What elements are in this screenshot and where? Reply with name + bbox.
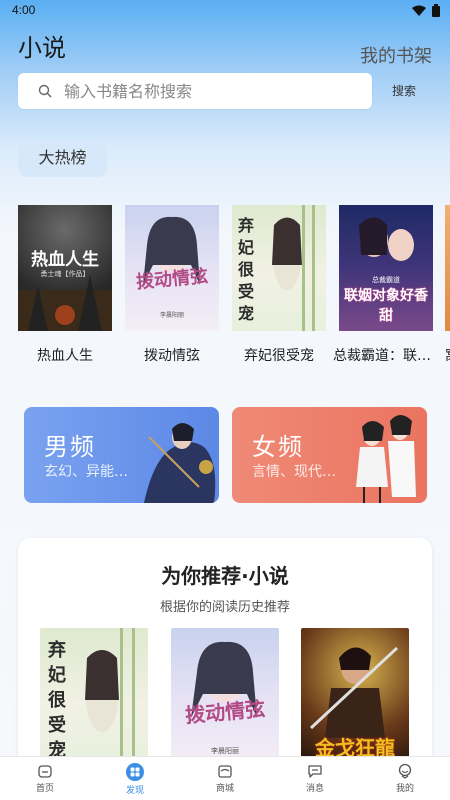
male-channel-card[interactable]: 男频 玄幻、异能…	[24, 407, 219, 503]
book-cover	[445, 205, 450, 331]
nav-label: 首页	[35, 784, 54, 794]
my-bookshelf-link[interactable]: 我的书架	[360, 42, 432, 68]
book-cover: 弃妃很受宠	[232, 205, 326, 331]
recommend-book-cover[interactable]: 弃妃很受宠	[40, 628, 148, 768]
cover-title-text: 热血人生	[31, 250, 99, 270]
hot-book-card[interactable]: 弃妃很受宠 弃妃很受宠	[232, 205, 326, 364]
hot-book-card[interactable]: 热血人生 勇士魂【作品】 热血人生	[18, 205, 112, 364]
nav-label: 商城	[215, 784, 234, 794]
book-title: 窝	[445, 345, 450, 365]
hot-book-card[interactable]: 窝	[445, 205, 450, 364]
cover-author-text: 李晨阳丽	[211, 747, 239, 755]
book-cover: 热血人生 勇士魂【作品】	[18, 205, 112, 331]
category-subtitle: 言情、现代…	[252, 464, 336, 480]
nav-label: 我的	[395, 784, 414, 794]
status-time: 4:00	[12, 3, 36, 17]
message-icon	[308, 765, 322, 778]
book-title: 总裁霸道：联姻对象好香甜	[333, 348, 439, 364]
hot-book-card[interactable]: 联姻对象好香甜 总裁霸道 总裁霸道：联姻对象好香甜	[333, 205, 439, 364]
page-title: 小说	[18, 34, 66, 62]
hot-book-card[interactable]: 拨动情弦 李晨阳丽 拨动情弦	[125, 205, 219, 364]
search-icon	[38, 84, 52, 98]
battery-icon	[432, 4, 440, 17]
nav-profile[interactable]: 我的	[360, 757, 450, 800]
recommend-title: 为你推荐·小说	[161, 564, 289, 588]
book-cover: 联姻对象好香甜 总裁霸道	[339, 205, 433, 331]
discover-icon	[126, 763, 144, 781]
nav-store[interactable]: 商城	[180, 757, 270, 800]
recommend-book-cover[interactable]: 拨动情弦 李晨阳丽	[171, 628, 279, 768]
recommend-book-cover[interactable]: 金戈狂龍	[301, 628, 409, 768]
nav-label: 消息	[305, 784, 324, 794]
category-subtitle: 玄幻、异能…	[44, 464, 128, 480]
store-icon	[218, 765, 232, 778]
status-bar: 4:00	[0, 0, 450, 22]
cover-title-text: 弃妃很受宠	[238, 216, 255, 323]
cover-author-text: 勇士魂【作品】	[40, 270, 90, 278]
nav-messages[interactable]: 消息	[270, 757, 360, 800]
nav-home[interactable]: 首页	[0, 757, 90, 800]
profile-icon	[398, 763, 412, 779]
book-title: 拨动情弦	[144, 348, 200, 364]
hot-book-list: 热血人生 勇士魂【作品】 热血人生 拨动情弦 李晨阳丽 拨动情弦 弃妃很受宠 弃…	[0, 205, 450, 375]
search-input[interactable]	[64, 81, 324, 101]
cover-tag-text: 总裁霸道	[372, 276, 400, 284]
nav-discover[interactable]: 发现	[90, 757, 180, 800]
cover-title-text: 弃妃很受宠	[48, 640, 66, 761]
book-title: 热血人生	[37, 348, 93, 364]
search-button[interactable]: 搜索	[382, 80, 426, 102]
bottom-navigation: 首页 发现 商城 消息 我的	[0, 756, 450, 800]
status-icons	[412, 4, 440, 17]
search-box[interactable]	[18, 73, 372, 109]
wifi-icon	[412, 5, 426, 16]
cover-author-text: 李晨阳丽	[159, 312, 184, 319]
hot-ranking-tab[interactable]: 大热榜	[18, 139, 107, 177]
recommend-subtitle: 根据你的阅读历史推荐	[159, 600, 290, 615]
category-title: 男频	[44, 433, 96, 461]
cover-title-text: 联姻对象好香甜	[344, 288, 428, 324]
female-channel-card[interactable]: 女频 言情、现代…	[232, 407, 427, 503]
book-title: 弃妃很受宠	[244, 348, 314, 364]
category-title: 女频	[252, 433, 304, 461]
book-cover: 拨动情弦 李晨阳丽	[125, 205, 219, 331]
home-icon	[38, 765, 52, 778]
nav-label: 发现	[125, 786, 144, 796]
